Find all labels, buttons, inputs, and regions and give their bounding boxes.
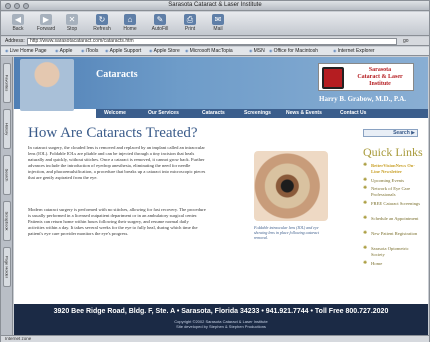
quick-link[interactable]: FREE Cataract Screenings [363, 201, 423, 207]
nav-contact-us[interactable]: Contact Us [340, 110, 366, 116]
logo-line-1: Sarasota [368, 67, 392, 73]
logo-line-2: Cataract & Laser [357, 74, 403, 80]
address-label: Address: [5, 38, 25, 44]
forward-arrow-icon: ▶ [40, 14, 52, 25]
quick-link[interactable]: Home [363, 261, 423, 267]
doctor-name: Harry B. Grabow, M.D., P.A. [319, 95, 407, 103]
side-tab-scrapbook[interactable]: Scrapbook [3, 201, 11, 241]
print-button[interactable]: ⎙ Print [177, 14, 203, 34]
institute-logo[interactable]: Sarasota Cataract & Laser Institute [318, 63, 414, 91]
doctor-photo [20, 59, 74, 111]
stop-button[interactable]: ✕ Stop [59, 14, 85, 34]
toolbar-button-label: Print [184, 26, 196, 32]
refresh-button[interactable]: ↻ Refresh [89, 14, 115, 34]
quick-link[interactable]: Schedule an Appointment [363, 216, 423, 222]
logo-line-3: Institute [369, 81, 391, 87]
browser-window: Sarasota Cataract & Laser Institute ◀ Bac… [0, 0, 430, 342]
title-bar[interactable]: Sarasota Cataract & Laser Institute [1, 1, 429, 11]
nav-news-events[interactable]: News & Events [286, 110, 322, 116]
site-navigation: Welcome Our Services Cataracts Screenings Ne… [96, 109, 428, 118]
favorite-link[interactable]: Apple Store [149, 48, 180, 54]
toolbar-button-label: Mail [213, 26, 223, 32]
url-field[interactable]: http://www.sarasotacataract.com/cataract… [27, 38, 397, 45]
favorite-link[interactable]: Live Home Page [5, 48, 47, 54]
side-tab-history[interactable]: History [3, 109, 11, 149]
side-tab-search[interactable]: Search [3, 155, 11, 195]
banner-heading: Cataracts [96, 69, 138, 80]
quick-link[interactable]: Network of Eye Care Professionals [363, 186, 423, 197]
web-page: Cataracts Sarasota Cataract & Laser Inst… [14, 57, 428, 335]
home-button[interactable]: ⌂ Home [117, 14, 143, 34]
toolbar-button-label: Home [123, 26, 137, 32]
autofill-icon: ✎ [154, 14, 166, 25]
logo-mark-icon [322, 67, 344, 89]
nav-cataracts[interactable]: Cataracts [202, 110, 225, 116]
status-bar: Internet zone [1, 335, 429, 342]
mail-button[interactable]: ✉ Mail [205, 14, 231, 34]
side-tab-page-holder[interactable]: Page Holder [3, 247, 11, 287]
toolbar-button-label: AutoFill [151, 26, 169, 32]
quick-links-title: Quick Links [363, 145, 423, 159]
print-icon: ⎙ [184, 14, 196, 25]
favorite-link[interactable]: Microsoft MacTopia [185, 48, 233, 54]
illustration-caption: Foldable intraocular lens (IOL) and eye … [254, 225, 319, 240]
favorite-link[interactable]: Apple Support [105, 48, 142, 54]
favorite-link[interactable]: Apple [55, 48, 73, 54]
toolbar-button-label: Refresh [93, 26, 111, 32]
toolbar-button-label: Forward [36, 26, 56, 32]
footer-credit[interactable]: Site developed by Stephen & Stephen Prod… [14, 324, 428, 329]
mail-icon: ✉ [212, 14, 224, 25]
nav-our-services[interactable]: Our Services [148, 110, 179, 116]
favorites-bar: Live Home Page Apple iTools Apple Support Ap… [1, 47, 429, 56]
window-title: Sarasota Cataract & Laser Institute [168, 2, 262, 8]
toolbar-button-label: Back [12, 26, 24, 32]
back-arrow-icon: ◀ [12, 14, 24, 25]
autofill-button[interactable]: ✎ AutoFill [147, 14, 173, 34]
go-button[interactable]: go [403, 38, 423, 45]
toolbar-button-label: Stop [66, 26, 78, 32]
footer-address: 3920 Bee Ridge Road, Bldg. F, Ste. A • S… [53, 308, 389, 315]
page-footer: 3920 Bee Ridge Road, Bldg. F, Ste. A • S… [14, 304, 428, 335]
nav-screenings[interactable]: Screenings [244, 110, 271, 116]
page-title: How Are Cataracts Treated? [28, 125, 198, 141]
refresh-icon: ↻ [96, 14, 108, 25]
search-button[interactable]: Search ▶ [363, 129, 418, 137]
stop-icon: ✕ [66, 14, 78, 25]
favorite-link[interactable]: Internet Explorer [333, 48, 375, 54]
page-banner: Cataracts Sarasota Cataract & Laser Inst… [14, 57, 428, 111]
quick-link[interactable]: New Patient Registration [363, 231, 423, 237]
quick-link[interactable]: Upcoming Events [363, 178, 423, 184]
favorite-link[interactable]: MSN [249, 48, 265, 54]
side-tab-favorites[interactable]: Favorites [3, 63, 11, 103]
back-button[interactable]: ◀ Back [5, 14, 31, 34]
favorite-link[interactable]: Office for Macintosh [269, 48, 318, 54]
article-paragraph-2: Modern cataract surgery is performed wit… [28, 207, 206, 236]
favorite-link[interactable]: iTools [81, 48, 99, 54]
nav-welcome[interactable]: Welcome [104, 110, 126, 116]
quick-link[interactable]: Sarasota Optometric Society [363, 246, 423, 257]
explorer-side-tabs: Favorites History Search Scrapbook Page Hold… [1, 57, 13, 335]
article-paragraph-1: In cataract surgery, the clouded lens is… [28, 145, 206, 180]
forward-button[interactable]: ▶ Forward [33, 14, 59, 34]
browser-toolbar: ◀ Back ▶ Forward ✕ Stop ↻ Refresh ⌂ Home ✎ AutoFill… [1, 12, 429, 36]
quick-link[interactable]: BetterVisionNews On-Line Newsletter [363, 163, 423, 174]
address-bar: Address: http://www.sarasotacataract.com… [1, 37, 429, 46]
eye-lens-illustration [254, 151, 328, 221]
home-icon: ⌂ [124, 14, 136, 25]
